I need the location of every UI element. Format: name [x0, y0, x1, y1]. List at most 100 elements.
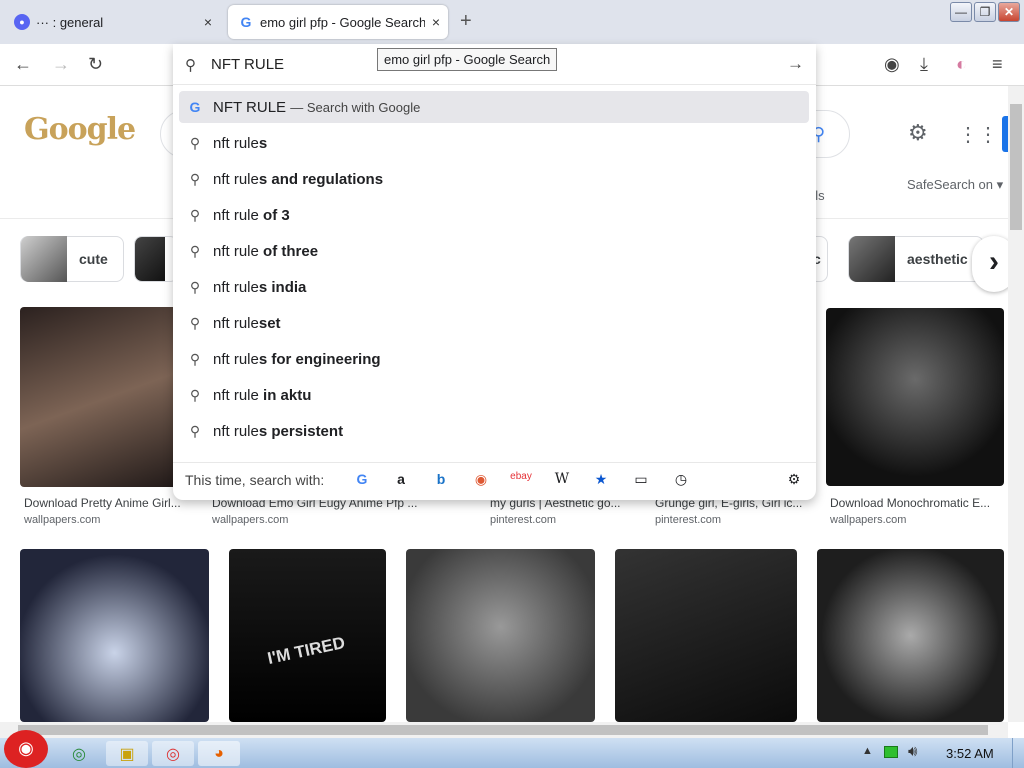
- tab-discord-general[interactable]: ● ··· : general ×: [4, 5, 220, 39]
- settings-gear-icon[interactable]: ⚙: [908, 120, 928, 146]
- tabs-icon[interactable]: ▭: [632, 471, 650, 488]
- suggestion-completion: set: [258, 314, 281, 332]
- wikipedia-engine-icon[interactable]: W: [553, 471, 571, 487]
- suggestion-item[interactable]: ⚲ nft rule of three: [179, 235, 809, 267]
- close-window-button[interactable]: ✕: [998, 2, 1020, 22]
- suggestion-prefix: nft rule: [213, 422, 259, 440]
- result-image[interactable]: [817, 549, 1004, 722]
- tab-label: emo girl pfp - Google Search: [260, 14, 425, 30]
- google-doodle-logo[interactable]: Google: [24, 112, 136, 147]
- suggestion-prefix: nft rule: [213, 134, 259, 152]
- go-button[interactable]: →: [787, 54, 804, 74]
- history-clock-icon[interactable]: ◷: [672, 471, 690, 488]
- restore-button[interactable]: ❐: [974, 2, 996, 22]
- duckduckgo-engine-icon[interactable]: ◉: [472, 471, 490, 488]
- result-image[interactable]: [615, 549, 797, 722]
- suggestion-text: NFT RULE: [213, 98, 287, 116]
- tab-close-icon[interactable]: ×: [432, 14, 440, 30]
- search-icon: ⚲: [189, 423, 201, 439]
- network-icon[interactable]: [884, 746, 898, 758]
- suggestion-item[interactable]: ⚲ nft rule in aktu: [179, 379, 809, 411]
- bookmarks-star-icon[interactable]: ★: [592, 471, 610, 488]
- result-image[interactable]: [826, 308, 1004, 486]
- result-image[interactable]: I'M TIRED: [229, 549, 386, 722]
- suggestion-hint: — Search with Google: [290, 99, 421, 115]
- apps-grid-icon[interactable]: ⋮⋮: [958, 122, 998, 147]
- search-icon: ⚲: [189, 171, 201, 187]
- download-icon[interactable]: ⤓: [920, 54, 928, 75]
- suggestion-item[interactable]: ⚲ nft rule set: [179, 307, 809, 339]
- search-icon: ⚲: [189, 243, 201, 259]
- account-icon[interactable]: ◐: [956, 54, 967, 75]
- suggestion-item[interactable]: ⚲ nft rule s persistent: [179, 415, 809, 447]
- search-icon: ⚲: [189, 135, 201, 151]
- bing-engine-icon[interactable]: b: [432, 471, 450, 487]
- tab-tooltip: emo girl pfp - Google Search: [377, 48, 558, 71]
- tab-google-search[interactable]: G emo girl pfp - Google Search ×: [228, 5, 448, 39]
- result-source: wallpapers.com: [830, 514, 907, 526]
- result-caption[interactable]: Download Pretty Anime Girl...: [24, 496, 192, 510]
- suggestion-prefix: nft rule: [213, 314, 259, 332]
- new-tab-button[interactable]: +: [460, 10, 472, 33]
- search-icon: ⚲: [189, 279, 201, 295]
- horizontal-scrollbar[interactable]: [0, 722, 1008, 738]
- minimize-button[interactable]: —: [950, 2, 972, 22]
- result-source: pinterest.com: [490, 514, 557, 526]
- chip-label: aesthetic: [907, 251, 968, 267]
- suggestion-item[interactable]: ⚲ nft rule s: [179, 127, 809, 159]
- result-caption[interactable]: Download Monochromatic E...: [830, 496, 998, 510]
- suggestion-completion: s india: [258, 278, 307, 296]
- reload-button[interactable]: ↻: [88, 54, 103, 75]
- chrome-taskbar-icon[interactable]: ◎: [152, 741, 194, 766]
- forward-button[interactable]: →: [52, 54, 70, 75]
- suggestion-completion: s and regulations: [258, 170, 384, 188]
- suggestion-item[interactable]: ⚲ nft rule s india: [179, 271, 809, 303]
- taskbar: ◉ ◎ ▣ ◎ ◕ ▲ 🔊︎ 3:52 AM: [0, 730, 1024, 768]
- suggestion-item[interactable]: ⚲ nft rule s and regulations: [179, 163, 809, 195]
- search-icon: ⚲: [189, 351, 201, 367]
- volume-icon[interactable]: 🔊︎: [908, 743, 917, 760]
- url-suggestions-dropdown: ⚲ NFT RULE → G NFT RULE — Search with Go…: [173, 44, 816, 500]
- url-input[interactable]: NFT RULE: [211, 56, 284, 73]
- clock[interactable]: 3:52 AM: [946, 746, 994, 761]
- show-desktop-button[interactable]: [1012, 738, 1024, 768]
- pocket-icon[interactable]: ◉: [884, 54, 900, 75]
- search-icon: ⚲: [189, 207, 201, 223]
- safesearch-toggle[interactable]: SafeSearch on ▾: [907, 177, 1003, 193]
- google-favicon-icon: G: [240, 14, 252, 30]
- suggestion-prefix: nft rule: [213, 206, 259, 224]
- search-settings-gear-icon[interactable]: ⚙: [785, 471, 803, 488]
- suggestion-item[interactable]: ⚲ nft rule of 3: [179, 199, 809, 231]
- show-hidden-icons[interactable]: ▲: [862, 745, 873, 757]
- discord-icon: ●: [14, 14, 30, 30]
- result-source: wallpapers.com: [212, 514, 289, 526]
- firefox-taskbar-icon[interactable]: ◕: [198, 741, 240, 766]
- start-button-angry-bird-icon[interactable]: ◉: [4, 730, 48, 768]
- tab-close-icon[interactable]: ×: [204, 14, 212, 30]
- vertical-scrollbar[interactable]: [1008, 86, 1024, 722]
- suggestion-prefix: nft rule: [213, 386, 259, 404]
- chip-aesthetic[interactable]: aesthetic: [848, 236, 984, 282]
- scrollbar-thumb[interactable]: [18, 725, 988, 735]
- suggestion-completion: of three: [258, 242, 319, 260]
- suggestion-completion: of 3: [258, 206, 290, 224]
- suggestion-completion: s persistent: [258, 422, 344, 440]
- suggestion-search-with-google[interactable]: G NFT RULE — Search with Google: [179, 91, 809, 123]
- chip-thumbnail: [135, 237, 165, 281]
- result-image[interactable]: [406, 549, 595, 722]
- ebay-engine-icon[interactable]: ebay: [507, 471, 535, 482]
- chip-partial[interactable]: [134, 236, 178, 282]
- suggestion-item[interactable]: ⚲ nft rule s for engineering: [179, 343, 809, 375]
- result-image[interactable]: [20, 549, 209, 722]
- tab-bar: ● ··· : general × G emo girl pfp - Googl…: [0, 0, 1024, 44]
- google-engine-icon[interactable]: G: [353, 471, 371, 487]
- back-button[interactable]: ←: [14, 54, 32, 75]
- menu-icon[interactable]: ≡: [992, 54, 1003, 75]
- explorer-taskbar-icon[interactable]: ▣: [106, 741, 148, 766]
- chip-cute[interactable]: cute: [20, 236, 124, 282]
- chip-label: cute: [79, 251, 108, 267]
- chrome-taskbar-icon[interactable]: ◎: [58, 741, 100, 766]
- amazon-engine-icon[interactable]: a: [392, 471, 410, 487]
- scrollbar-thumb[interactable]: [1010, 104, 1022, 230]
- one-off-search-engines: This time, search with: G a b ◉ ebay W ★…: [173, 462, 816, 496]
